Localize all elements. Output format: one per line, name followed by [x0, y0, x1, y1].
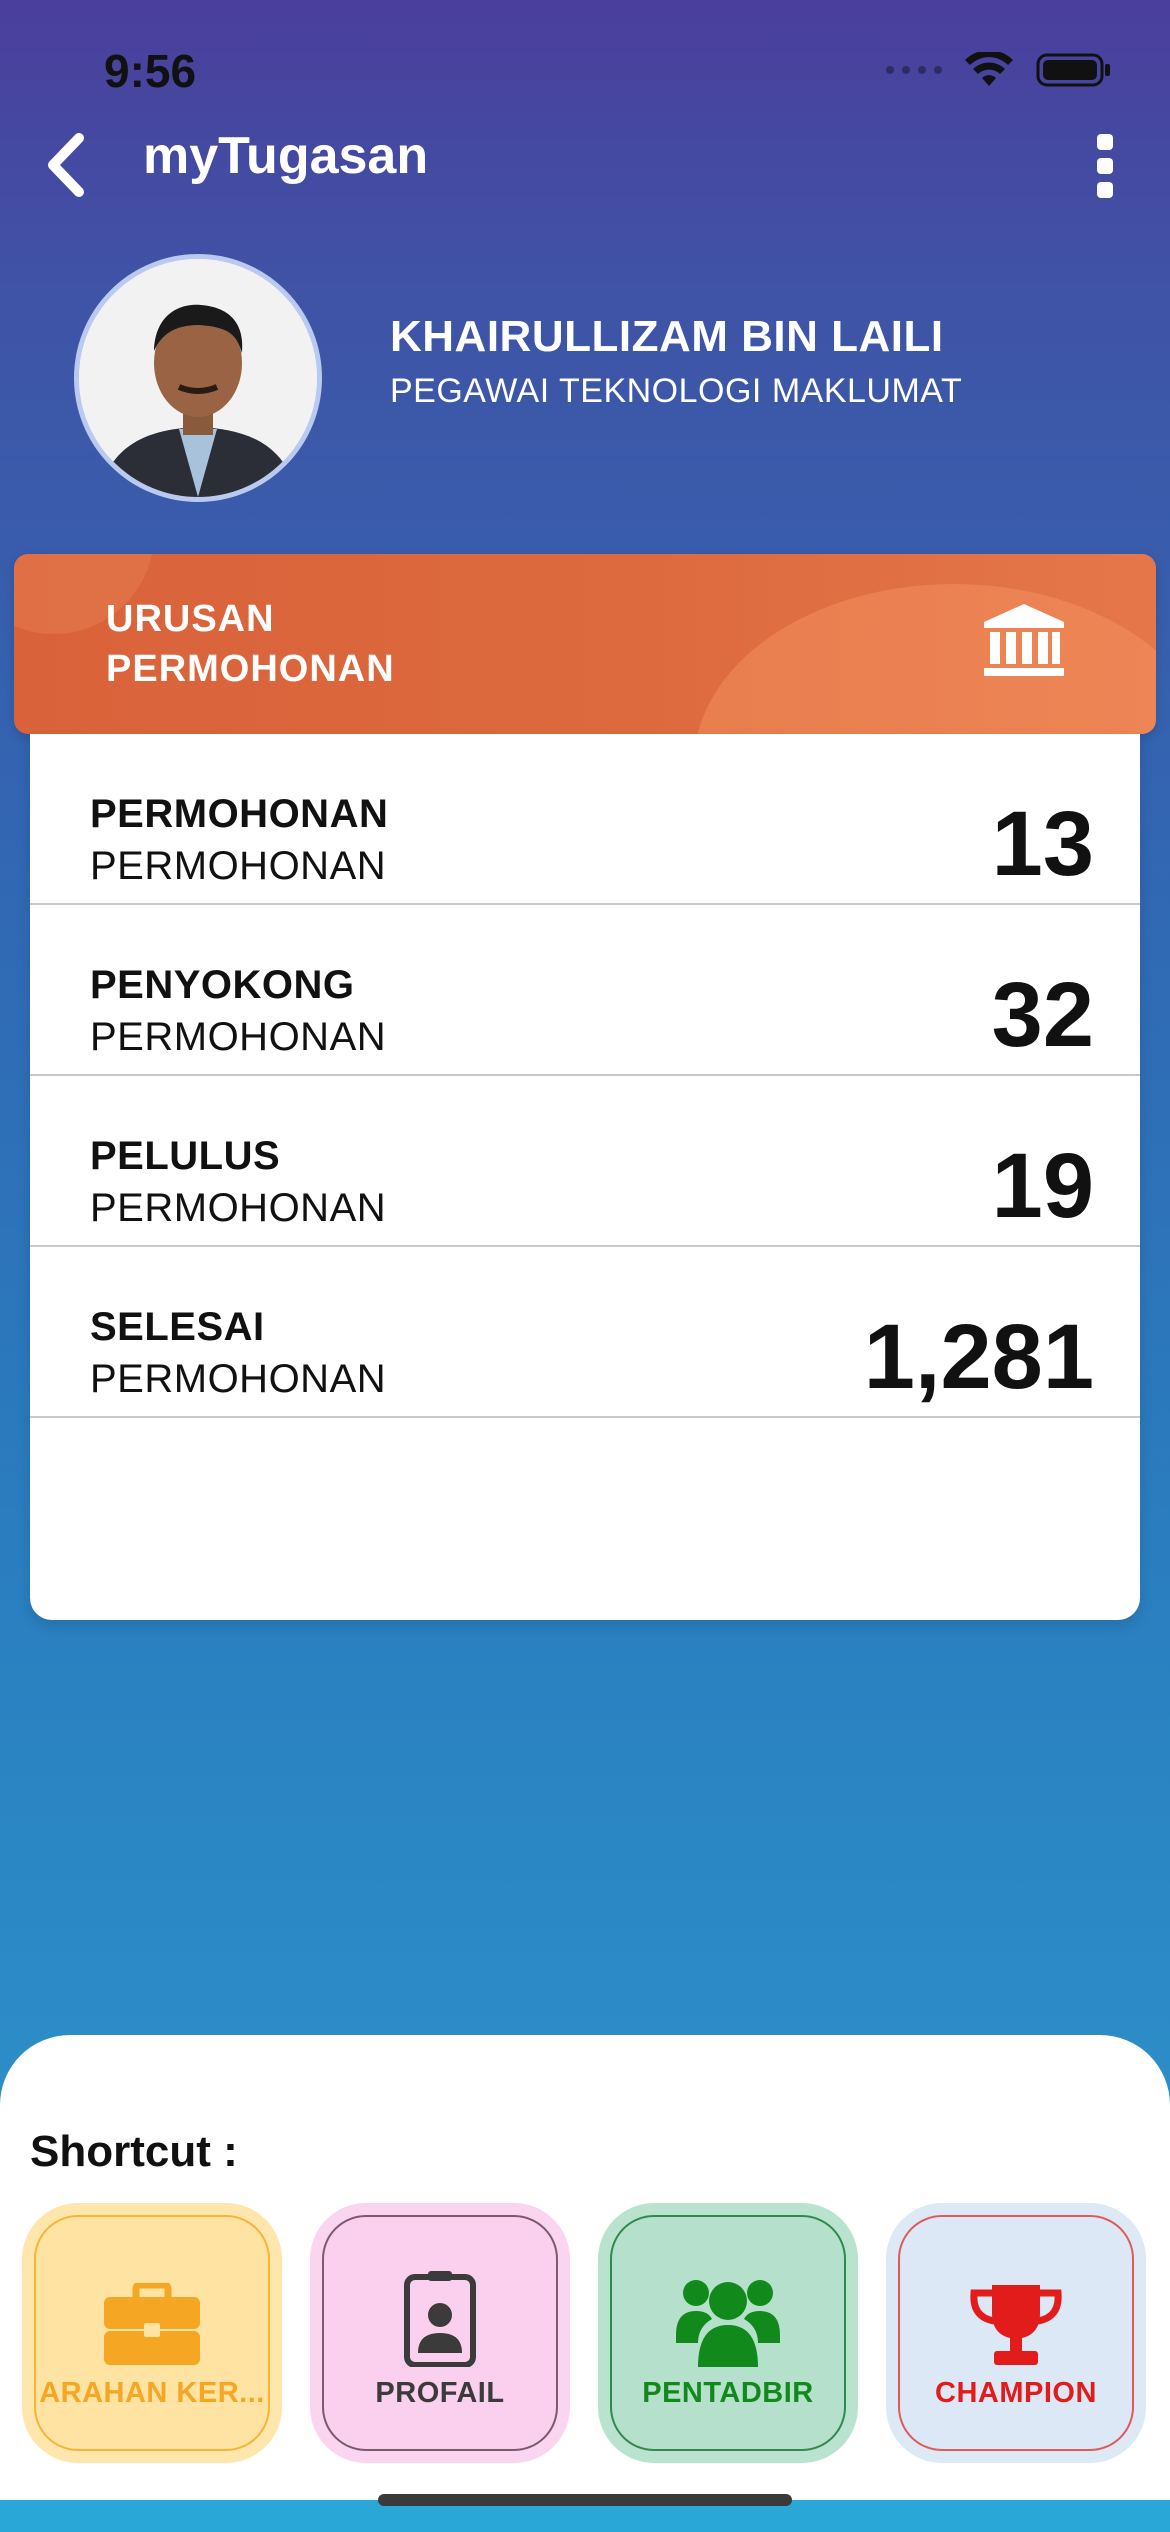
shortcut-label: ARAHAN KER... [39, 2376, 265, 2409]
stat-subtitle: PERMOHONAN [90, 1186, 387, 1230]
profile-name: KHAIRULLIZAM BIN LAILI [390, 312, 944, 361]
stat-row-pelulus[interactable]: PELULUS PERMOHONAN 19 [30, 1076, 1140, 1247]
home-indicator[interactable] [378, 2494, 792, 2506]
dot-icon [1097, 134, 1113, 150]
wifi-icon [965, 52, 1013, 86]
stat-title: SELESAI [90, 1305, 265, 1349]
section-title: URUSAN PERMOHONAN [106, 598, 395, 690]
shortcut-champion[interactable]: CHAMPION [886, 2203, 1146, 2463]
stat-value: 13 [991, 793, 1094, 895]
stat-subtitle: PERMOHONAN [90, 844, 387, 888]
profile-role: PEGAWAI TEKNOLOGI MAKLUMAT [390, 372, 963, 410]
stat-value: 1,281 [863, 1306, 1094, 1408]
back-button[interactable] [30, 120, 100, 210]
status-time: 9:56 [104, 45, 197, 97]
briefcase-icon [102, 2257, 202, 2367]
battery-icon [1036, 53, 1110, 87]
section-header: URUSAN PERMOHONAN [14, 554, 1156, 734]
cellular-signal-icon [886, 66, 942, 74]
stat-title: PENYOKONG [90, 963, 355, 1007]
users-icon [676, 2257, 780, 2367]
stat-value: 19 [991, 1135, 1094, 1237]
dot-icon [1097, 158, 1113, 174]
shortcut-panel: Shortcut : ARAHAN KER... PROFAIL PENTADB… [0, 2035, 1170, 2500]
shortcut-arahan-kerja[interactable]: ARAHAN KER... [22, 2203, 282, 2463]
stat-row-selesai[interactable]: SELESAI PERMOHONAN 1,281 [30, 1247, 1140, 1418]
shortcut-profail[interactable]: PROFAIL [310, 2203, 570, 2463]
id-badge-icon [404, 2257, 476, 2367]
shortcut-label: CHAMPION [935, 2376, 1097, 2409]
profile-photo [79, 259, 317, 497]
status-icons [886, 52, 1112, 88]
stats-list: PERMOHONAN PERMOHONAN 13 PENYOKONG PERMO… [30, 734, 1140, 1620]
more-options-button[interactable] [1080, 126, 1130, 206]
dot-icon [1097, 182, 1113, 198]
stat-subtitle: PERMOHONAN [90, 1015, 387, 1059]
shortcut-label: PENTADBIR [642, 2376, 814, 2409]
stat-row-permohonan[interactable]: PERMOHONAN PERMOHONAN 13 [30, 734, 1140, 905]
avatar [74, 254, 322, 502]
shortcut-label: PROFAIL [375, 2376, 505, 2409]
stat-subtitle: PERMOHONAN [90, 1357, 387, 1401]
stat-title: PELULUS [90, 1134, 281, 1178]
trophy-icon [968, 2257, 1064, 2367]
bank-icon [982, 602, 1066, 683]
shortcut-pentadbir[interactable]: PENTADBIR [598, 2203, 858, 2463]
stat-title: PERMOHONAN [90, 792, 389, 836]
shortcut-heading: Shortcut : [30, 2127, 238, 2176]
app-header: myTugasan [0, 110, 1170, 230]
stat-row-penyokong[interactable]: PENYOKONG PERMOHONAN 32 [30, 905, 1140, 1076]
stat-value: 32 [991, 964, 1094, 1066]
page-title: myTugasan [143, 127, 429, 185]
chevron-left-icon [48, 133, 84, 197]
